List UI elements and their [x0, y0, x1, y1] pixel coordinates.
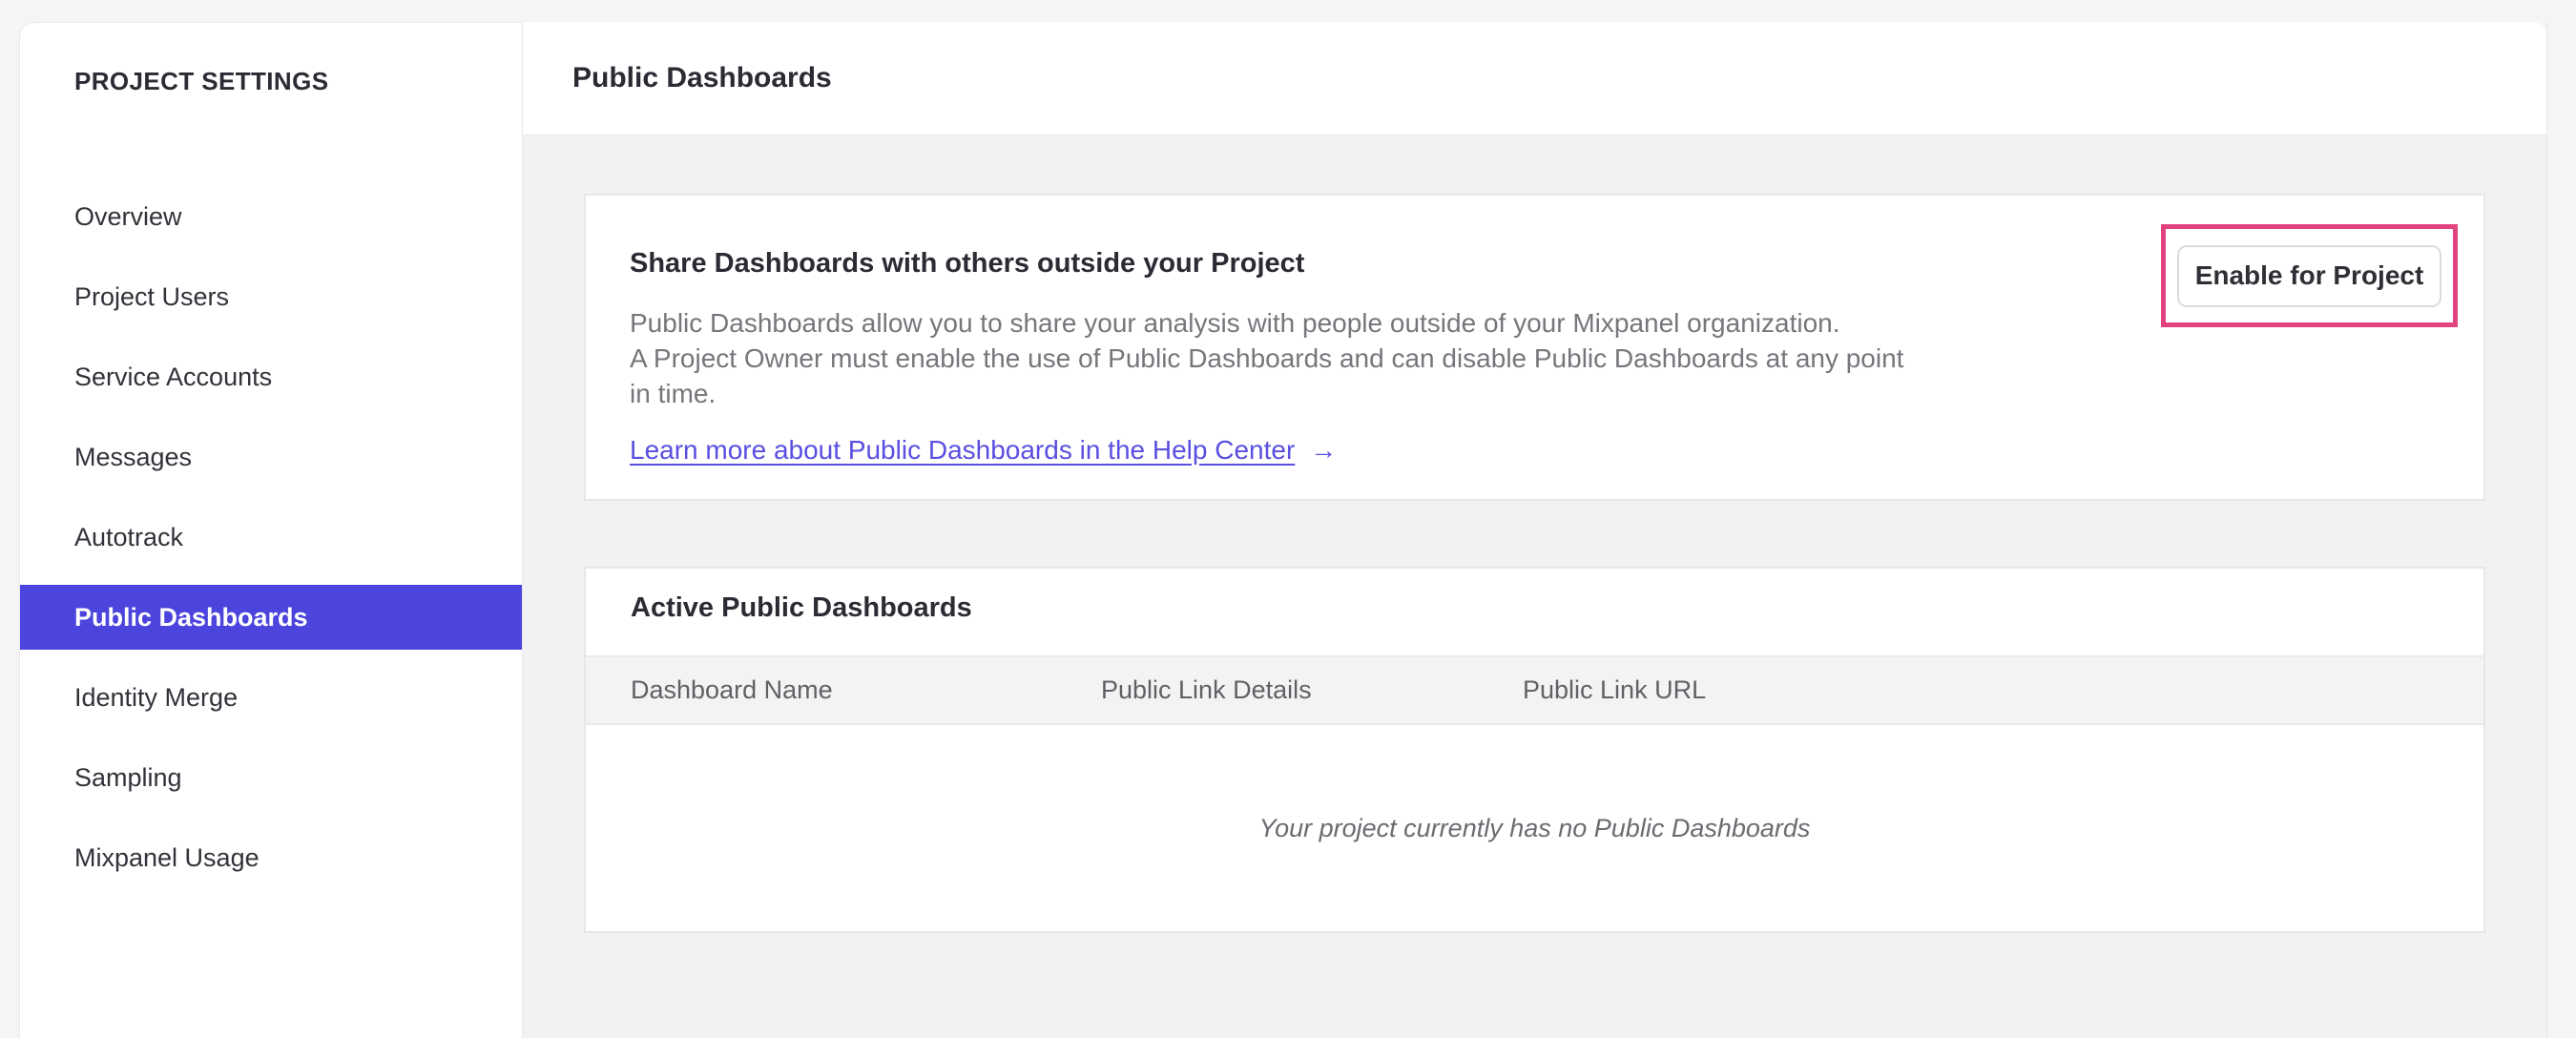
project-settings-page: PROJECT SETTINGS Overview Project Users …: [0, 0, 2576, 1038]
sidebar-item-overview[interactable]: Overview: [20, 176, 522, 257]
page-header: Public Dashboards: [523, 22, 2546, 135]
empty-state-message: Your project currently has no Public Das…: [1258, 813, 1811, 842]
sidebar-nav: Overview Project Users Service Accounts …: [20, 176, 522, 898]
content-area: Share Dashboards with others outside you…: [523, 135, 2546, 1038]
share-dashboards-card: Share Dashboards with others outside you…: [584, 194, 2485, 501]
sidebar-item-messages[interactable]: Messages: [20, 417, 522, 497]
share-card-description-line: in time.: [630, 379, 717, 408]
help-center-link[interactable]: Learn more about Public Dashboards in th…: [630, 436, 1295, 465]
page-title: Public Dashboards: [572, 62, 832, 93]
enable-for-project-button[interactable]: Enable for Project: [2177, 244, 2441, 307]
dashboards-empty-state: Your project currently has no Public Das…: [586, 725, 2483, 931]
main-panel: Public Dashboards Share Dashboards with …: [523, 22, 2547, 1038]
active-dashboards-card: Active Public Dashboards Dashboard Name …: [584, 567, 2485, 933]
annotation-highlight-box: Enable for Project: [2161, 224, 2458, 327]
sidebar-item-mixpanel-usage[interactable]: Mixpanel Usage: [20, 818, 522, 898]
column-header-dashboard-name: Dashboard Name: [631, 675, 833, 704]
column-header-public-link-url: Public Link URL: [1523, 675, 1707, 704]
sidebar-item-public-dashboards[interactable]: Public Dashboards: [20, 585, 522, 650]
arrow-right-icon: →: [1310, 435, 1338, 465]
column-header-public-link-details: Public Link Details: [1101, 675, 1312, 704]
sidebar-item-identity-merge[interactable]: Identity Merge: [20, 657, 522, 737]
settings-sidebar: PROJECT SETTINGS Overview Project Users …: [19, 22, 523, 1038]
share-card-description-line: A Project Owner must enable the use of P…: [630, 343, 1904, 373]
sidebar-item-service-accounts[interactable]: Service Accounts: [20, 337, 522, 417]
sidebar-item-project-users[interactable]: Project Users: [20, 257, 522, 337]
active-card-title: Active Public Dashboards: [631, 592, 972, 623]
sidebar-title: PROJECT SETTINGS: [74, 67, 329, 95]
dashboards-table-header: Dashboard Name Public Link Details Publi…: [586, 655, 2483, 725]
sidebar-item-sampling[interactable]: Sampling: [20, 737, 522, 818]
sidebar-item-autotrack[interactable]: Autotrack: [20, 497, 522, 577]
